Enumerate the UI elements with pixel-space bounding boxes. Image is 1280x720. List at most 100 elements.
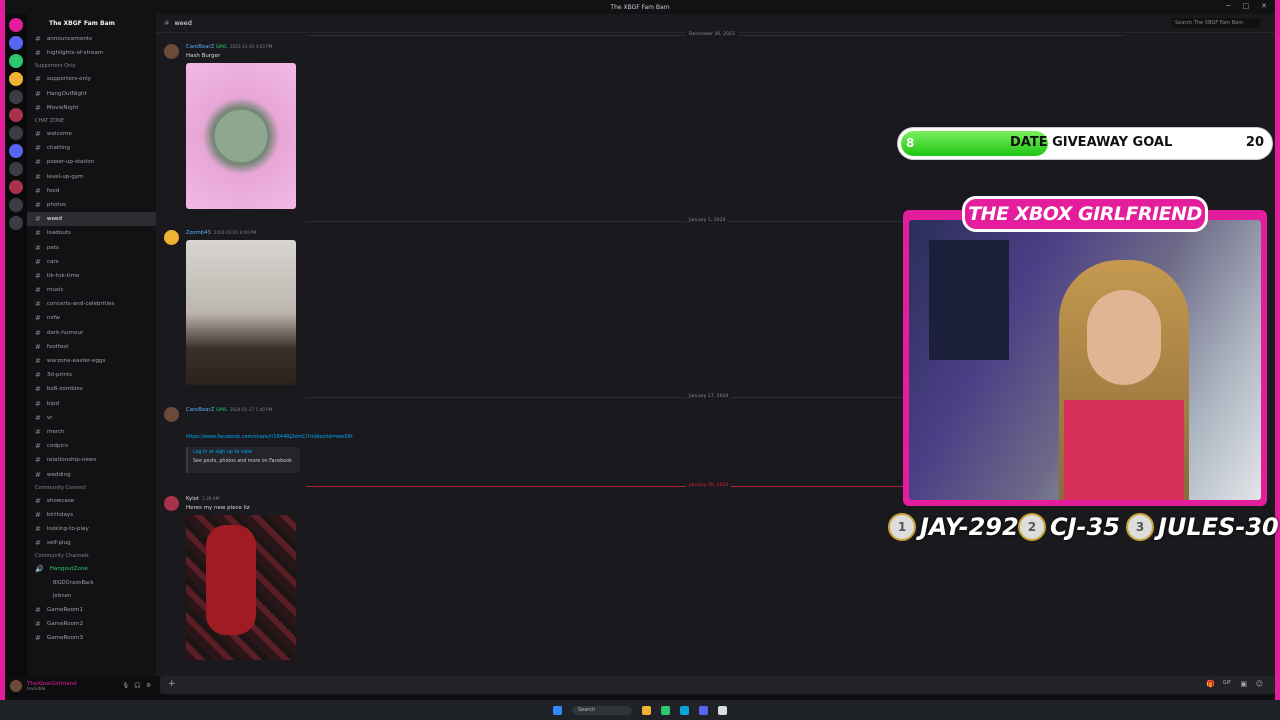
add-attachment-icon[interactable]: + [168,679,176,689]
avatar[interactable] [164,230,179,245]
channel-label: chatting [46,145,70,152]
avatar[interactable] [10,680,22,692]
server-rail [5,14,27,676]
server-icon[interactable] [9,108,23,122]
channel-item[interactable]: # wedding [27,467,156,481]
server-icon[interactable] [9,18,23,32]
channel-item[interactable]: # announcements [27,32,156,46]
channel-item[interactable]: 🔊 HangoutZone [27,562,156,576]
avatar[interactable] [164,496,179,511]
server-icon[interactable] [9,198,23,212]
category-header[interactable]: Community Channels [27,550,156,562]
server-icon[interactable] [9,162,23,176]
server-icon[interactable] [9,144,23,158]
server-icon[interactable] [9,90,23,104]
channel-item[interactable]: # self-plug [27,536,156,550]
avatar[interactable] [164,407,179,422]
channel-item[interactable]: # bo6-zombies [27,382,156,396]
server-icon[interactable] [9,36,23,50]
channel-item[interactable]: # looking-to-play [27,522,156,536]
app-icon[interactable] [718,705,727,715]
channel-item[interactable]: # food [27,184,156,198]
channel-label: highlights-of-stream [46,50,104,57]
voice-user[interactable]: BIGDOnsonBack [27,577,156,590]
channel-item[interactable]: # showcase [27,494,156,508]
hash-icon: # [35,300,41,309]
taskbar-search[interactable]: Search [572,705,632,715]
gif-icon[interactable]: GIF [1223,680,1231,686]
message-image[interactable] [186,515,296,660]
mic-icon[interactable]: 🎙 [122,683,129,689]
author-name[interactable]: CareBearZ [186,44,214,50]
server-name[interactable]: The XBGF Fam Bam [27,14,156,32]
edge-icon[interactable] [680,705,689,715]
category-header[interactable]: CHAT ZONE [27,115,156,127]
channel-item[interactable]: # welcome [27,127,156,141]
emoji-icon[interactable]: ☺ [1256,680,1263,688]
server-icon[interactable] [9,180,23,194]
leaderboard-name: JAY-292 [920,513,1019,541]
windows-start-icon[interactable] [553,705,562,715]
channel-item[interactable]: # music [27,283,156,297]
channel-item[interactable]: # cars [27,255,156,269]
channel-item[interactable]: # vr [27,411,156,425]
hash-icon: # [35,314,41,323]
headphones-icon[interactable]: 🎧 [134,683,141,689]
channel-item[interactable]: # relationship-news [27,453,156,467]
channel-item[interactable]: # GameRoom2 [27,617,156,631]
channel-item[interactable]: # codpics [27,439,156,453]
channel-item[interactable]: # footfest [27,340,156,354]
hash-icon: # [35,427,41,436]
embed-title[interactable]: Log in or sign up to view [193,450,295,455]
channel-item[interactable]: # highlights-of-stream [27,46,156,60]
channel-item[interactable]: # bipd [27,397,156,411]
message-link[interactable]: https://www.facebook.com/share/r/1644Rj2… [186,434,353,440]
channel-item[interactable]: # MovieNight [27,101,156,115]
category-header[interactable]: Community Connect [27,482,156,494]
message-composer[interactable]: + 🎁 GIF ▣ ☺ [160,676,1275,694]
server-icon[interactable] [9,54,23,68]
message-image[interactable] [186,240,296,385]
browser-icon[interactable] [661,705,670,715]
channel-label: concerts-and-celebrities [46,301,115,308]
message-image[interactable] [186,63,296,209]
gear-icon[interactable]: ⚙ [146,683,151,689]
channel-item[interactable]: # weed [27,212,156,227]
channel-item[interactable]: # power-up-station [27,155,156,169]
author-name[interactable]: CareBearZ [186,407,214,413]
maximize-icon[interactable]: □ [1243,2,1250,10]
channel-item[interactable]: # pets [27,240,156,254]
sticker-icon[interactable]: ▣ [1240,680,1247,688]
channel-item[interactable]: # GameRoom3 [27,631,156,645]
channel-item[interactable]: # nsfw [27,311,156,325]
hash-icon: # [35,413,41,422]
channel-item[interactable]: # level-up-gym [27,170,156,184]
discord-icon[interactable] [699,705,708,715]
server-icon[interactable] [9,216,23,230]
channel-item[interactable]: # tik-tok-time [27,269,156,283]
channel-item[interactable]: # chatting [27,141,156,155]
channel-item[interactable]: # concerts-and-celebrities [27,297,156,311]
author-name[interactable]: Kylet [186,496,199,502]
author-name[interactable]: Zzomb43 [186,230,211,236]
channel-item[interactable]: # merch [27,425,156,439]
channel-item[interactable]: #3d-prints [27,368,156,382]
server-icon[interactable] [9,126,23,140]
search-input[interactable]: Search The XBGF Fam Bam [1171,18,1261,28]
channel-item[interactable]: # birthdays [27,508,156,522]
channel-item[interactable]: # loadouts [27,226,156,240]
channel-item[interactable]: # photos [27,198,156,212]
avatar[interactable] [164,44,179,59]
category-header[interactable]: Supporters Only [27,60,156,72]
channel-item[interactable]: # HangOutNight [27,87,156,101]
channel-item[interactable]: # warzone-easter-eggs [27,354,156,368]
close-icon[interactable]: ✕ [1261,2,1267,10]
channel-item[interactable]: # dark-humour [27,326,156,340]
minimize-icon[interactable]: ─ [1226,2,1230,10]
channel-item[interactable]: # supporters-only [27,72,156,86]
voice-user[interactable]: Jolsnen [27,590,156,603]
gift-icon[interactable]: 🎁 [1206,680,1215,688]
channel-item[interactable]: # GameRoom1 [27,603,156,617]
server-icon[interactable] [9,72,23,86]
file-explorer-icon[interactable] [642,705,651,715]
